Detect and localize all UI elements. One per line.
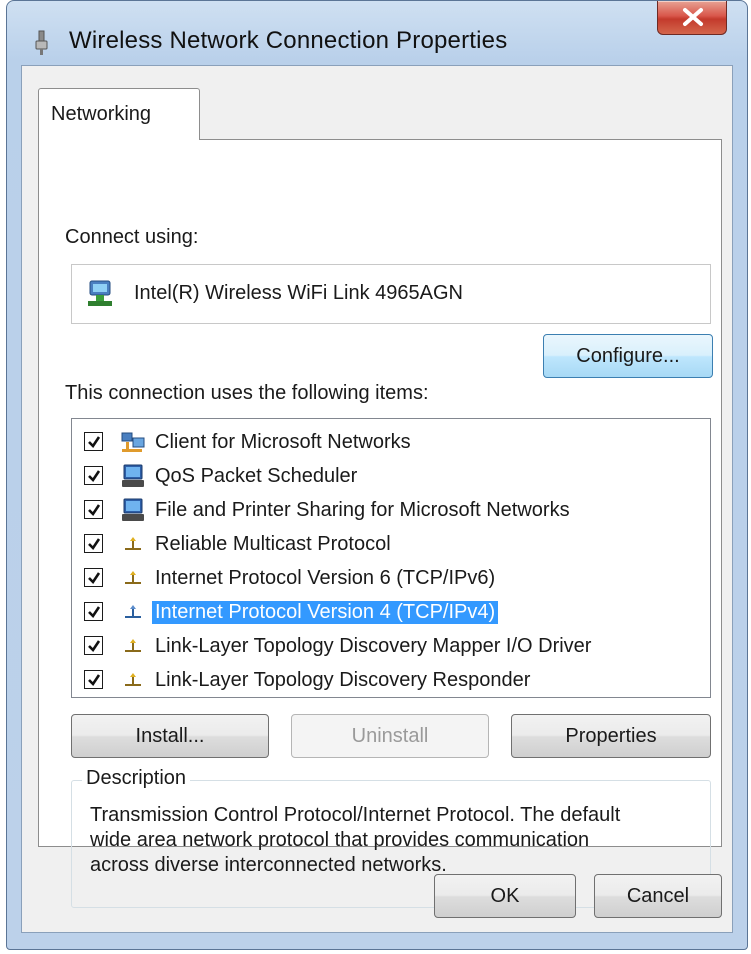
check-icon: [88, 606, 101, 619]
item-label: Link-Layer Topology Discovery Mapper I/O…: [155, 635, 592, 657]
description-legend: Description: [82, 767, 191, 790]
configure-button[interactable]: Configure...: [543, 334, 713, 378]
list-item[interactable]: Client for Microsoft Networks: [72, 425, 710, 459]
computer-icon: [122, 498, 144, 521]
title-bar[interactable]: Wireless Network Connection Properties: [7, 1, 747, 75]
list-item[interactable]: Internet Protocol Version 6 (TCP/IPv6): [72, 561, 710, 595]
wireless-connection-icon: [35, 30, 48, 55]
item-label: Internet Protocol Version 6 (TCP/IPv6): [155, 567, 496, 589]
check-icon: [88, 640, 101, 653]
adapter-name: Intel(R) Wireless WiFi Link 4965AGN: [134, 282, 463, 304]
tab-networking[interactable]: Networking: [38, 88, 200, 140]
description-line: wide area network protocol that provides…: [90, 829, 590, 851]
list-item[interactable]: Link-Layer Topology Discovery Mapper I/O…: [72, 629, 710, 663]
item-checkbox[interactable]: [84, 636, 103, 655]
item-checkbox[interactable]: [84, 568, 103, 587]
item-checkbox[interactable]: [84, 500, 103, 519]
adapter-field: Intel(R) Wireless WiFi Link 4965AGN: [71, 264, 711, 324]
item-checkbox[interactable]: [84, 432, 103, 451]
uninstall-button[interactable]: Uninstall: [291, 714, 489, 758]
item-label: File and Printer Sharing for Microsoft N…: [155, 499, 570, 521]
list-item-selected[interactable]: Internet Protocol Version 4 (TCP/IPv4): [72, 595, 710, 629]
cancel-button[interactable]: Cancel: [594, 874, 722, 918]
properties-window: Wireless Network Connection Properties N…: [6, 0, 748, 950]
description-text: Transmission Control Protocol/Internet P…: [90, 803, 700, 878]
check-icon: [88, 436, 101, 449]
protocol-icon: [125, 537, 141, 550]
network-adapter-icon: [88, 280, 112, 306]
check-icon: [88, 572, 101, 585]
close-icon: [683, 8, 703, 26]
item-checkbox[interactable]: [84, 534, 103, 553]
ok-button[interactable]: OK: [434, 874, 576, 918]
window-title: Wireless Network Connection Properties: [69, 27, 508, 54]
networking-tab-page: Connect using: Intel(R) Wireless WiFi Li…: [38, 139, 722, 908]
list-item[interactable]: Link-Layer Topology Discovery Responder: [72, 663, 710, 697]
item-checkbox[interactable]: [84, 466, 103, 485]
check-icon: [88, 674, 101, 687]
connect-using-label: Connect using:: [65, 226, 199, 248]
items-label: This connection uses the following items…: [65, 382, 429, 404]
list-item[interactable]: File and Printer Sharing for Microsoft N…: [72, 493, 710, 527]
items-list[interactable]: Client for Microsoft Networks QoS Packet…: [71, 418, 711, 698]
install-button[interactable]: Install...: [71, 714, 269, 758]
dialog-client-area: Networking Connect using: Intel(R) Wirel…: [21, 65, 733, 933]
list-item[interactable]: Reliable Multicast Protocol: [72, 527, 710, 561]
computer-icon: [122, 464, 144, 487]
list-item[interactable]: QoS Packet Scheduler: [72, 459, 710, 493]
protocol-icon: [125, 605, 141, 618]
item-label: Link-Layer Topology Discovery Responder: [155, 669, 531, 691]
close-button[interactable]: [657, 1, 727, 35]
properties-button[interactable]: Properties: [511, 714, 711, 758]
check-icon: [88, 470, 101, 483]
tab-label: Networking: [51, 103, 152, 125]
network-client-icon: [121, 432, 145, 452]
item-checkbox[interactable]: [84, 670, 103, 689]
protocol-icon: [125, 639, 141, 652]
check-icon: [88, 538, 101, 551]
item-label: Client for Microsoft Networks: [155, 431, 411, 453]
check-icon: [88, 504, 101, 517]
protocol-icon: [125, 571, 141, 584]
description-line: Transmission Control Protocol/Internet P…: [90, 804, 621, 826]
item-label: Internet Protocol Version 4 (TCP/IPv4): [152, 601, 499, 624]
item-checkbox[interactable]: [84, 602, 103, 621]
item-label: Reliable Multicast Protocol: [155, 533, 391, 555]
item-label: QoS Packet Scheduler: [155, 465, 358, 487]
protocol-icon: [125, 673, 141, 686]
